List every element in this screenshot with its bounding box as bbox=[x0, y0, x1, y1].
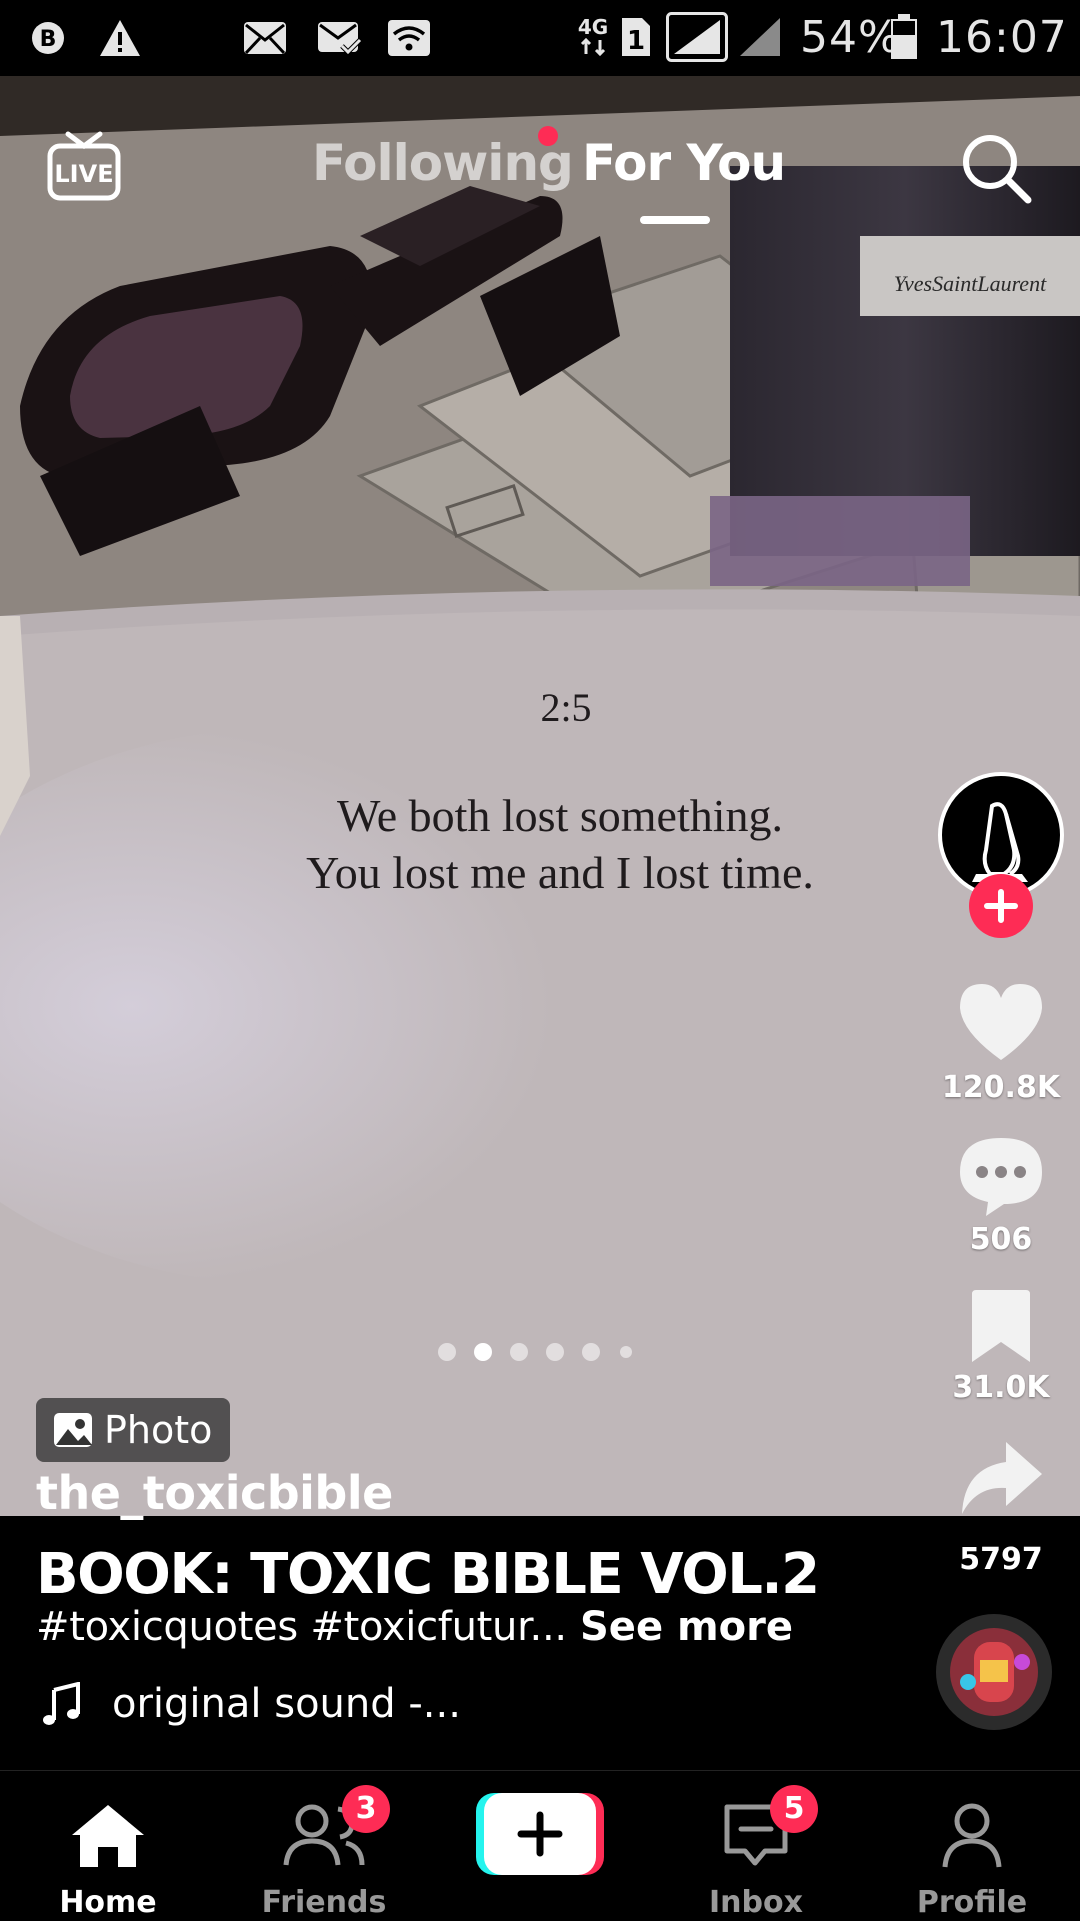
quote-line-1: We both lost something. bbox=[337, 790, 783, 841]
share-count: 5797 bbox=[959, 1542, 1043, 1577]
carousel-dot bbox=[546, 1343, 564, 1361]
battery-percentage: 54% bbox=[800, 12, 901, 63]
create-button[interactable] bbox=[476, 1793, 604, 1875]
status-bar: B 4G 1 54% 16:07 bbox=[0, 0, 1080, 76]
bookmark-icon bbox=[972, 1290, 1030, 1362]
sim-icon: 1 bbox=[620, 16, 652, 63]
inbox-badge: 5 bbox=[770, 1785, 818, 1833]
comment-count: 506 bbox=[969, 1222, 1033, 1257]
search-icon bbox=[963, 135, 1032, 204]
photo-scene: YvesSaintLaurent 2:5 We both lost someth… bbox=[0, 76, 1080, 1516]
friends-badge: 3 bbox=[342, 1785, 390, 1833]
carousel-dot-active bbox=[474, 1343, 492, 1361]
mail-check-icon bbox=[316, 20, 362, 61]
quote-line-2: You lost me and I lost time. bbox=[306, 847, 814, 898]
search-button[interactable] bbox=[956, 128, 1036, 208]
nav-friends-label: Friends bbox=[261, 1885, 387, 1920]
create-plus-icon bbox=[476, 1793, 604, 1875]
save-count: 31.0K bbox=[952, 1370, 1050, 1405]
bottom-nav: Home 3 Friends 5 Inbox Profile bbox=[0, 1770, 1080, 1921]
post-photo[interactable]: YvesSaintLaurent 2:5 We both lost someth… bbox=[0, 76, 1080, 1516]
b-circle-icon: B bbox=[30, 20, 66, 61]
top-nav: LIVE Following For You bbox=[0, 76, 1080, 246]
sound-disc-button[interactable] bbox=[934, 1612, 1054, 1732]
heart-icon bbox=[960, 984, 1042, 1060]
signal-icon bbox=[666, 12, 728, 67]
post-username[interactable]: the_toxicbible bbox=[36, 1466, 393, 1520]
see-more-link[interactable]: See more bbox=[580, 1604, 793, 1650]
svg-text:LIVE: LIVE bbox=[54, 160, 113, 188]
save-button[interactable]: 31.0K bbox=[931, 1288, 1071, 1405]
clock: 16:07 bbox=[936, 12, 1068, 63]
nav-profile-label: Profile bbox=[916, 1885, 1028, 1920]
svg-text:4G: 4G bbox=[578, 15, 608, 39]
music-note-icon bbox=[43, 1682, 80, 1725]
like-button[interactable]: 120.8K bbox=[931, 980, 1071, 1105]
active-tab-indicator bbox=[640, 216, 710, 224]
following-new-dot bbox=[538, 126, 558, 146]
image-icon bbox=[54, 1413, 92, 1447]
music-disc-icon bbox=[936, 1614, 1052, 1730]
comment-icon bbox=[960, 1138, 1042, 1216]
svg-text:1: 1 bbox=[627, 26, 645, 56]
live-tv-icon: LIVE bbox=[47, 131, 121, 201]
nav-inbox-label: Inbox bbox=[709, 1885, 803, 1920]
home-icon bbox=[72, 1805, 144, 1867]
post-hashtags[interactable]: #toxicquotes #toxicfutur... bbox=[36, 1604, 567, 1650]
creator-avatar-button[interactable] bbox=[931, 770, 1071, 940]
live-button[interactable]: LIVE bbox=[44, 124, 124, 204]
comment-button[interactable]: 506 bbox=[931, 1134, 1071, 1257]
like-count: 120.8K bbox=[941, 1070, 1061, 1105]
nav-inbox[interactable]: 5 Inbox bbox=[676, 1771, 836, 1921]
carousel-dot bbox=[510, 1343, 528, 1361]
sound-name: original sound -... bbox=[112, 1681, 461, 1727]
carousel-dot bbox=[438, 1343, 456, 1361]
mail-icon bbox=[242, 20, 288, 61]
nav-home-label: Home bbox=[59, 1885, 157, 1920]
nav-profile[interactable]: Profile bbox=[892, 1771, 1052, 1921]
photo-badge-label: Photo bbox=[104, 1408, 213, 1452]
svg-text:YvesSaintLaurent: YvesSaintLaurent bbox=[894, 271, 1047, 296]
profile-icon bbox=[942, 1803, 1002, 1868]
svg-text:B: B bbox=[40, 27, 57, 52]
battery-icon bbox=[890, 14, 918, 65]
page-number: 2:5 bbox=[540, 685, 591, 730]
sound-row[interactable]: original sound -... bbox=[42, 1676, 461, 1732]
post-title: BOOK: TOXIC BIBLE VOL.2 bbox=[36, 1542, 820, 1607]
carousel-dot bbox=[620, 1346, 632, 1358]
network-type-icon: 4G bbox=[576, 14, 610, 63]
nav-friends[interactable]: 3 Friends bbox=[244, 1771, 404, 1921]
signal-secondary-icon bbox=[738, 16, 782, 63]
photo-badge: Photo bbox=[36, 1398, 231, 1462]
share-button[interactable]: 5797 bbox=[931, 1438, 1071, 1577]
follow-plus-icon[interactable] bbox=[969, 874, 1033, 938]
warning-icon bbox=[98, 18, 142, 63]
carousel-dot bbox=[582, 1343, 600, 1361]
tab-following[interactable]: Following bbox=[312, 134, 574, 192]
tab-for-you[interactable]: For You bbox=[582, 134, 786, 192]
wifi-icon bbox=[386, 18, 432, 63]
nav-home[interactable]: Home bbox=[28, 1771, 188, 1921]
share-arrow-icon bbox=[962, 1442, 1042, 1514]
